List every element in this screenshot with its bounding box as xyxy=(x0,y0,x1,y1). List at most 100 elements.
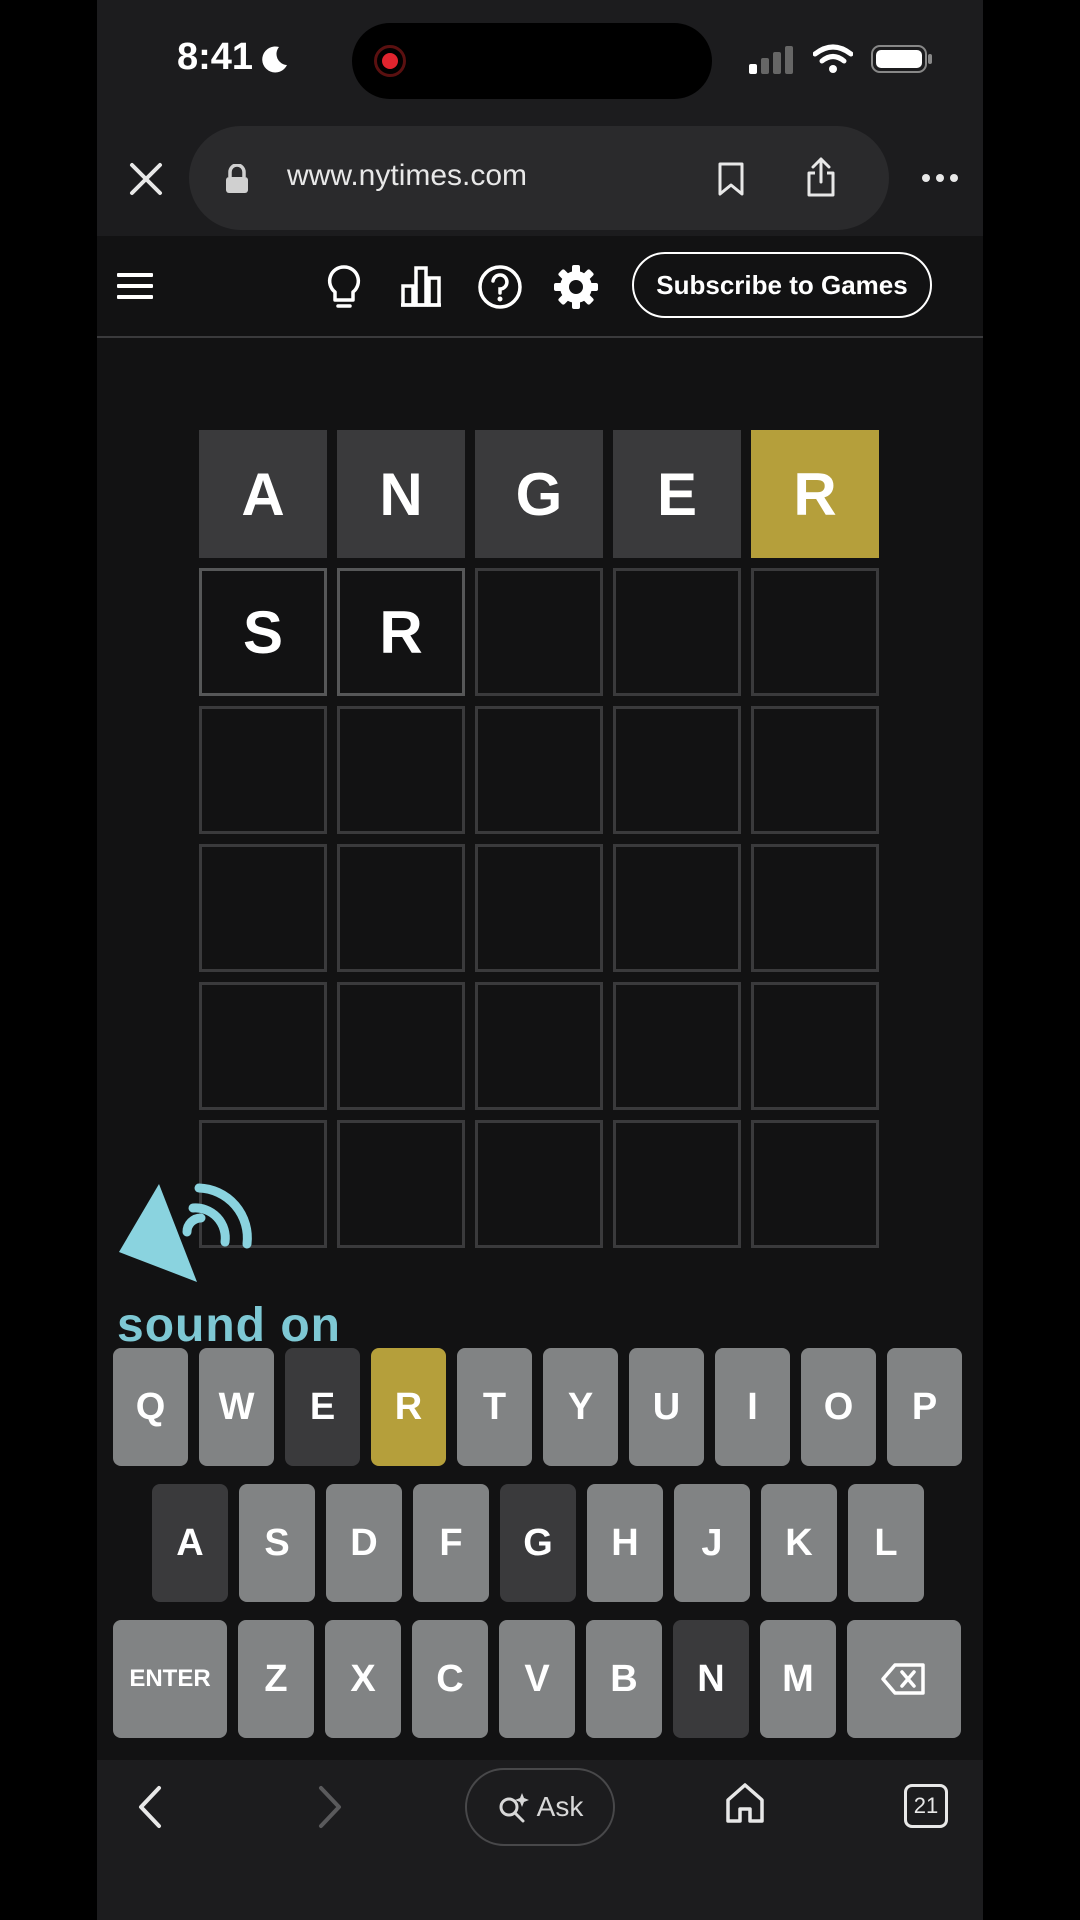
game-board: ANGERSR xyxy=(199,430,879,1248)
board-tile: R xyxy=(337,568,465,696)
board-tile xyxy=(199,982,327,1110)
key-o[interactable]: O xyxy=(801,1348,876,1466)
tab-count: 21 xyxy=(913,1793,939,1818)
subscribe-button[interactable]: Subscribe to Games xyxy=(632,252,932,318)
key-a[interactable]: A xyxy=(152,1484,228,1602)
phone-screen: 8:41 www.nytimes.com Subscribe to Games … xyxy=(97,0,983,1920)
wifi-icon xyxy=(812,44,854,79)
browser-address-bar: www.nytimes.com xyxy=(97,122,983,236)
board-tile xyxy=(337,982,465,1110)
close-button[interactable] xyxy=(121,154,171,204)
ask-sparkle-icon xyxy=(499,1793,529,1823)
board-tile xyxy=(751,844,879,972)
board-tile xyxy=(751,706,879,834)
board-tile xyxy=(613,844,741,972)
settings-icon[interactable] xyxy=(553,264,599,315)
board-tile xyxy=(199,844,327,972)
ask-button[interactable]: Ask xyxy=(465,1768,615,1846)
key-y[interactable]: Y xyxy=(543,1348,618,1466)
home-icon[interactable] xyxy=(725,1782,765,1829)
close-icon xyxy=(130,163,162,195)
key-l[interactable]: L xyxy=(848,1484,924,1602)
key-s[interactable]: S xyxy=(239,1484,315,1602)
board-tile xyxy=(475,982,603,1110)
keyboard-row: ENTER Z X C V B N M xyxy=(113,1620,961,1738)
status-right-icons xyxy=(749,44,933,79)
stats-icon[interactable] xyxy=(399,264,443,313)
keyboard-row: QWERTYUIOP xyxy=(113,1348,962,1466)
board-tile xyxy=(475,1120,603,1248)
backspace-key[interactable] xyxy=(847,1620,961,1738)
key-g[interactable]: G xyxy=(500,1484,576,1602)
key-w[interactable]: W xyxy=(199,1348,274,1466)
key-f[interactable]: F xyxy=(413,1484,489,1602)
speaker-icon xyxy=(109,1162,259,1297)
board-tile xyxy=(613,982,741,1110)
sound-on-label: sound on xyxy=(117,1299,341,1352)
board-tile xyxy=(613,568,741,696)
key-c[interactable]: C xyxy=(412,1620,488,1738)
enter-key[interactable]: ENTER xyxy=(113,1620,227,1738)
board-tile xyxy=(199,706,327,834)
browser-bottom-toolbar: Ask 21 xyxy=(97,1760,983,1920)
key-u[interactable]: U xyxy=(629,1348,704,1466)
key-j[interactable]: J xyxy=(674,1484,750,1602)
bookmark-icon[interactable] xyxy=(717,161,745,202)
board-tile xyxy=(751,1120,879,1248)
key-n[interactable]: N xyxy=(673,1620,749,1738)
board-tile xyxy=(613,1120,741,1248)
board-tile xyxy=(337,706,465,834)
battery-icon xyxy=(871,44,933,79)
forward-icon[interactable] xyxy=(315,1784,345,1835)
key-v[interactable]: V xyxy=(499,1620,575,1738)
board-tile xyxy=(751,568,879,696)
back-icon[interactable] xyxy=(135,1784,165,1835)
url-text: www.nytimes.com xyxy=(287,159,528,192)
board-tile: G xyxy=(475,430,603,558)
key-b[interactable]: B xyxy=(586,1620,662,1738)
menu-icon[interactable] xyxy=(117,272,153,305)
status-time: 8:41 xyxy=(177,36,254,78)
board-tile: E xyxy=(613,430,741,558)
board-tile xyxy=(751,982,879,1110)
board-tile xyxy=(337,844,465,972)
status-time-group: 8:41 xyxy=(177,36,291,79)
hint-icon[interactable] xyxy=(325,264,363,315)
board-tile: S xyxy=(199,568,327,696)
board-tile xyxy=(337,1120,465,1248)
key-x[interactable]: X xyxy=(325,1620,401,1738)
status-bar: 8:41 xyxy=(97,0,983,122)
board-tile xyxy=(475,844,603,972)
key-t[interactable]: T xyxy=(457,1348,532,1466)
lock-icon xyxy=(225,163,249,199)
game-header: Subscribe to Games xyxy=(97,236,983,338)
board-tile xyxy=(475,706,603,834)
share-icon[interactable] xyxy=(805,156,837,203)
board-tile: N xyxy=(337,430,465,558)
url-field[interactable]: www.nytimes.com xyxy=(189,126,889,230)
keyboard-row: ASDFGHJKL xyxy=(152,1484,924,1602)
key-r[interactable]: R xyxy=(371,1348,446,1466)
key-q[interactable]: Q xyxy=(113,1348,188,1466)
board-tile: R xyxy=(751,430,879,558)
screen-recording-icon xyxy=(374,45,406,77)
more-icon[interactable] xyxy=(921,170,959,188)
tabs-icon[interactable]: 21 xyxy=(904,1784,948,1828)
help-icon[interactable] xyxy=(477,264,523,315)
backspace-icon xyxy=(881,1663,925,1695)
key-p[interactable]: P xyxy=(887,1348,962,1466)
key-i[interactable]: I xyxy=(715,1348,790,1466)
key-k[interactable]: K xyxy=(761,1484,837,1602)
cellular-signal-icon xyxy=(749,44,795,79)
ask-label: Ask xyxy=(536,1791,584,1822)
key-e[interactable]: E xyxy=(285,1348,360,1466)
board-tile xyxy=(613,706,741,834)
dynamic-island xyxy=(352,23,712,99)
board-tile: A xyxy=(199,430,327,558)
board-tile xyxy=(475,568,603,696)
key-d[interactable]: D xyxy=(326,1484,402,1602)
key-m[interactable]: M xyxy=(760,1620,836,1738)
key-h[interactable]: H xyxy=(587,1484,663,1602)
key-z[interactable]: Z xyxy=(238,1620,314,1738)
moon-icon xyxy=(259,42,291,74)
